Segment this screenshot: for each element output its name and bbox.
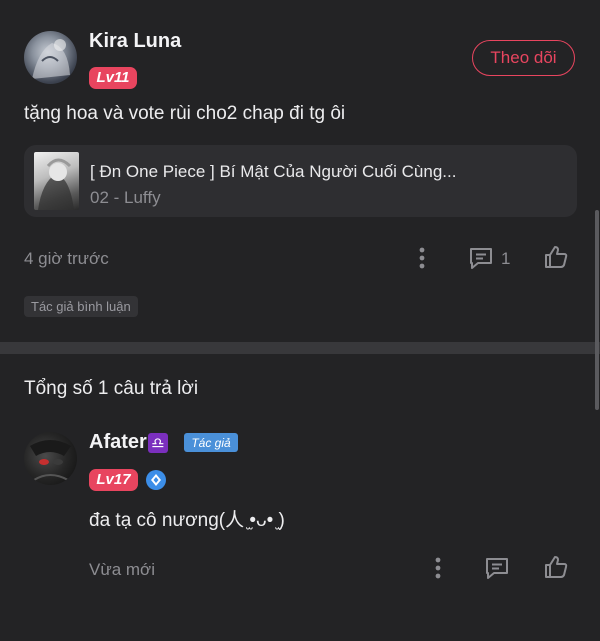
like-thumbs-up-icon[interactable] [542, 243, 570, 271]
reply-author-avatar[interactable] [24, 432, 77, 485]
section-divider [0, 342, 600, 354]
zodiac-libra-icon: ♎ [151, 434, 165, 452]
follow-button-label: Theo dõi [490, 48, 557, 67]
story-cover-thumbnail [34, 152, 79, 210]
comment-text: tặng hoa và vote rùi cho2 chap đi tg ôi [24, 103, 346, 124]
scrollbar-thumb[interactable] [595, 210, 599, 410]
reply-to-reply-icon[interactable] [483, 554, 511, 582]
follow-button[interactable]: Theo dõi [472, 40, 575, 76]
author-badge: Tác giả [184, 433, 238, 452]
reply-comment-icon[interactable] [467, 244, 495, 272]
zodiac-libra-badge: ♎ [148, 433, 168, 453]
story-chapter: 02 - Luffy [90, 188, 161, 207]
verified-diamond-icon [146, 470, 166, 490]
reply-text: đa tạ cô nương(人 ̫•ᴗ• ̫) [89, 510, 285, 531]
reply-author-name[interactable]: Afater [89, 431, 147, 454]
commenter-name[interactable]: Kira Luna [89, 30, 181, 53]
reply-timestamp: Vừa mới [89, 560, 155, 579]
author-badge-label: Tác giả [191, 435, 231, 450]
replies-count-header: Tổng số 1 câu trả lời [24, 378, 199, 399]
reply-author-level-badge: Lv17 [89, 469, 138, 491]
commenter-level-badge: Lv11 [89, 67, 137, 89]
reply-more-options-icon[interactable] [426, 554, 450, 582]
commenter-avatar[interactable] [24, 31, 77, 84]
story-title: [ Đn One Piece ] Bí Mật Của Người Cuối C… [90, 162, 457, 181]
reply-count: 1 [501, 249, 511, 268]
author-commented-tag: Tác giả bình luận [24, 296, 138, 317]
more-options-icon[interactable] [410, 244, 434, 272]
linked-story-card[interactable]: [ Đn One Piece ] Bí Mật Của Người Cuối C… [24, 145, 577, 217]
reply-like-thumbs-up-icon[interactable] [542, 553, 570, 581]
comment-timestamp: 4 giờ trước [24, 249, 109, 268]
